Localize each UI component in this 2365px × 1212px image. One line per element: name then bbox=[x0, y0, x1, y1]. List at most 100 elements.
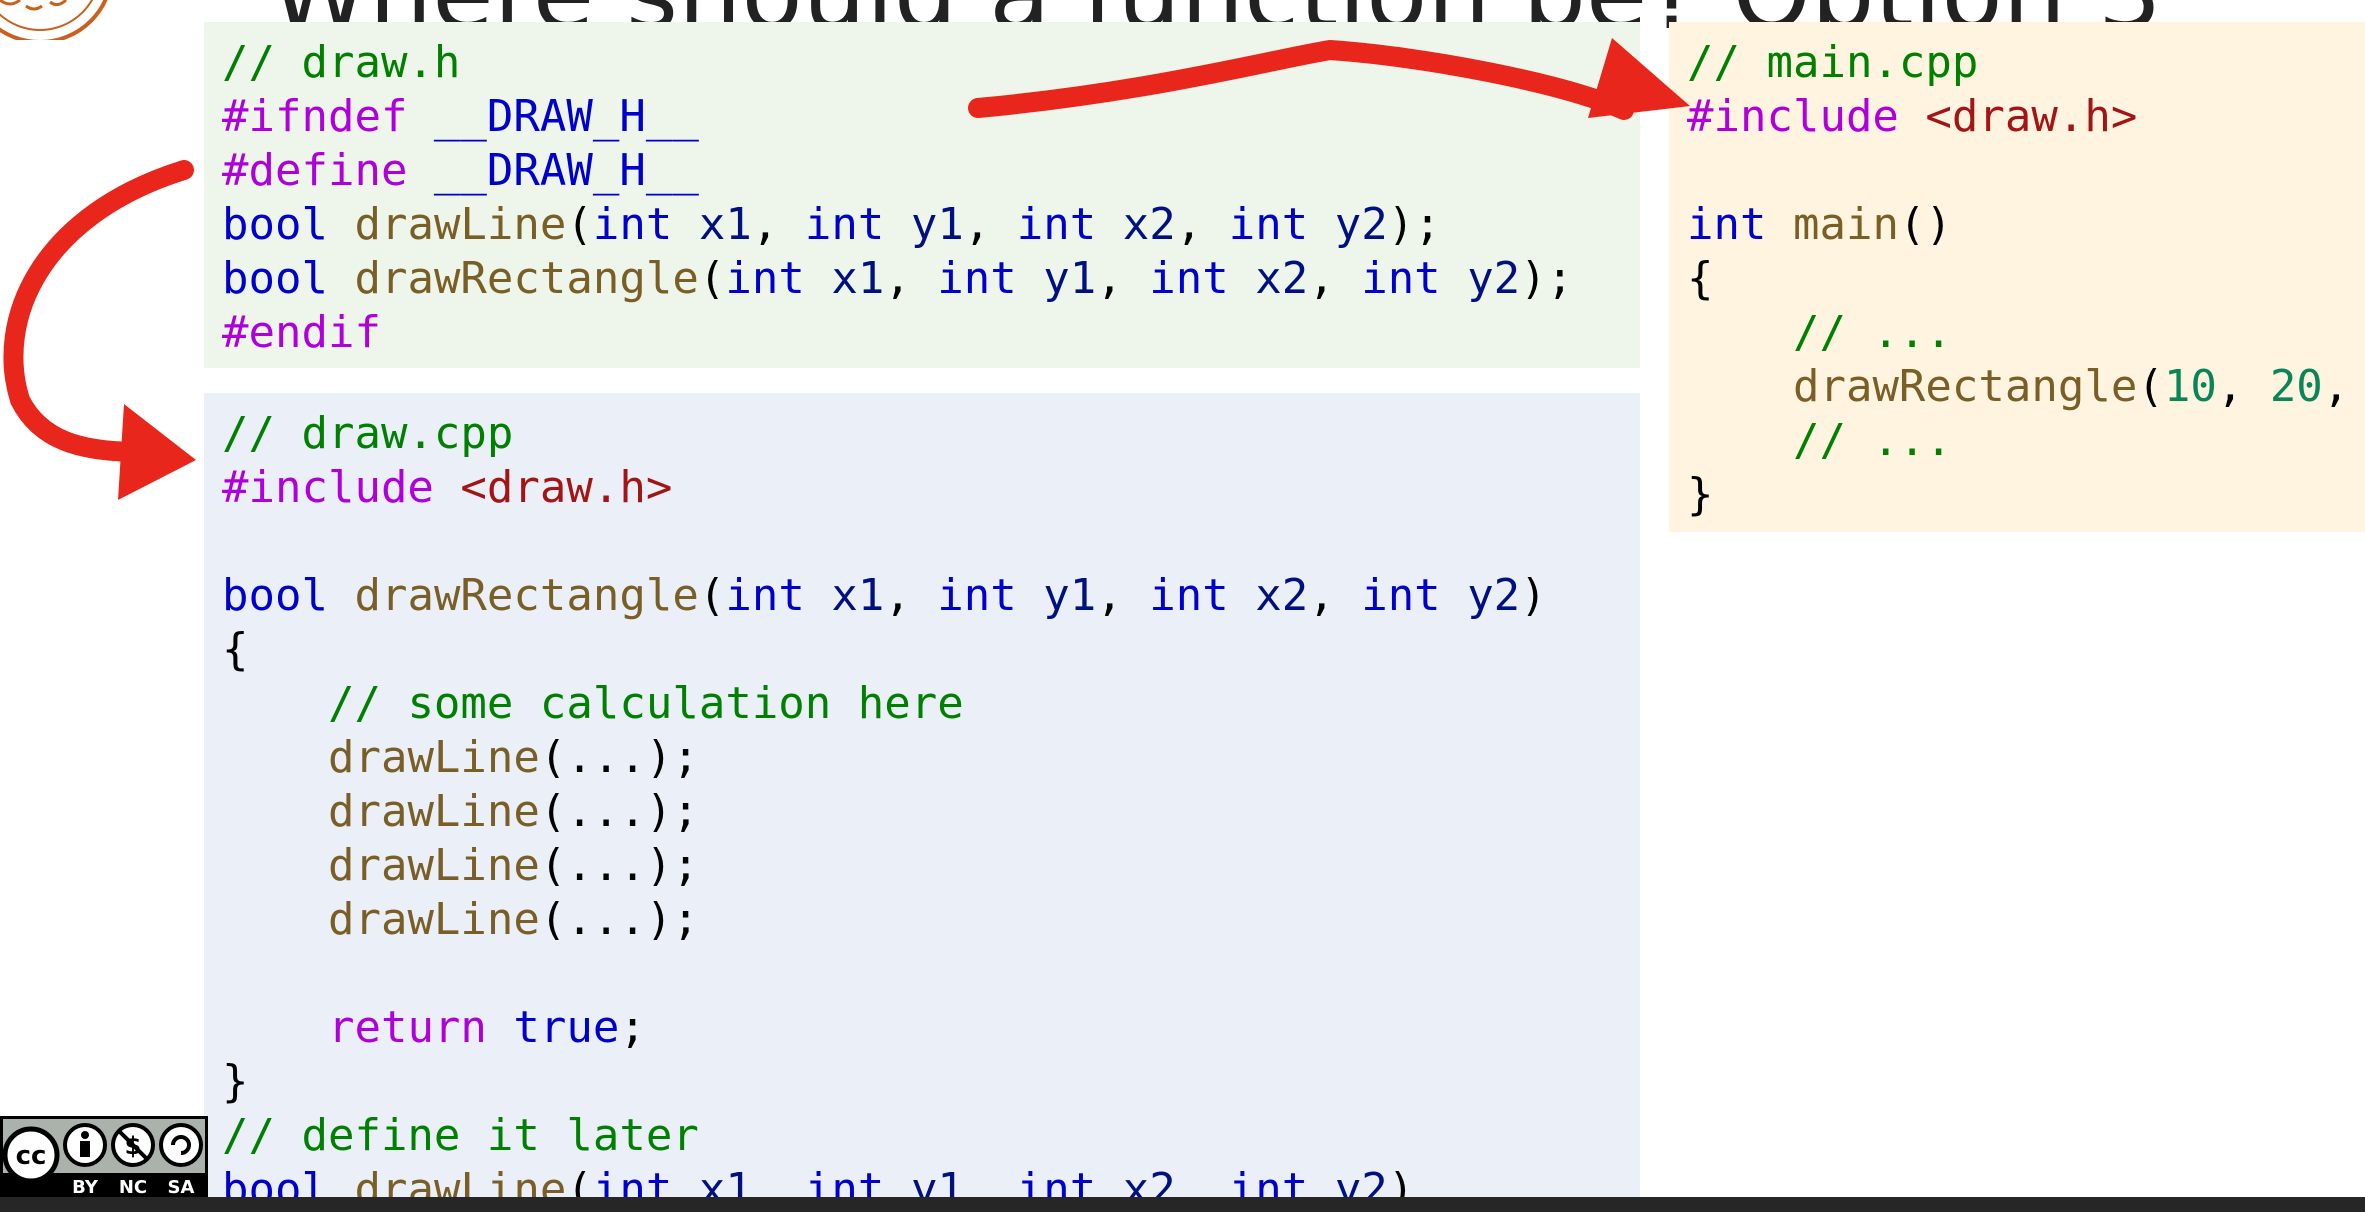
code-line: { bbox=[1687, 252, 2349, 306]
draw-cpp-code: // draw.cpp #include <draw.h> bool drawRec… bbox=[222, 407, 1547, 1212]
code-token: int bbox=[937, 570, 1017, 621]
code-token: int bbox=[1361, 570, 1441, 621]
code-token: drawLine bbox=[327, 894, 540, 945]
draw-h-code: // draw.h #ifndef __DRAW_H__ #define __DRA… bbox=[222, 36, 1573, 360]
code-token: // draw.h bbox=[222, 37, 461, 88]
code-token: (...); bbox=[539, 894, 699, 945]
code-token: x1 bbox=[831, 570, 885, 621]
code-token: int bbox=[1149, 253, 1229, 304]
code-token: (...); bbox=[539, 840, 699, 891]
code-token: <draw.h> bbox=[1925, 91, 2138, 142]
code-line: // draw.h bbox=[222, 36, 1573, 90]
code-token: __DRAW_H__ bbox=[433, 145, 699, 196]
code-line: #include <draw.h> bbox=[222, 461, 1547, 515]
code-token: #include bbox=[1687, 91, 1926, 142]
code-line: #ifndef __DRAW_H__ bbox=[222, 90, 1573, 144]
code-line: // draw.cpp bbox=[222, 407, 1547, 461]
code-token: y1 bbox=[1043, 570, 1097, 621]
code-token: y2 bbox=[1467, 253, 1521, 304]
university-logo bbox=[0, 0, 108, 40]
code-line: // main.cpp bbox=[1687, 36, 2349, 90]
cc-by-nc-sa-icon: cc $ BY NC SA bbox=[0, 1116, 208, 1200]
svg-text:cc: cc bbox=[16, 1141, 47, 1171]
code-line: drawLine(...); bbox=[222, 839, 1547, 893]
code-token: // draw.cpp bbox=[222, 408, 514, 459]
code-token: bool bbox=[222, 253, 328, 304]
code-token: int bbox=[1149, 570, 1229, 621]
code-token: , bbox=[1096, 570, 1150, 621]
code-token: ) bbox=[1520, 570, 1547, 621]
code-line: } bbox=[222, 1055, 1547, 1109]
code-token: drawRectangle bbox=[354, 570, 699, 621]
code-line: drawLine(...); bbox=[222, 893, 1547, 947]
code-line: return true; bbox=[222, 1001, 1547, 1055]
code-token: , bbox=[963, 199, 1017, 250]
code-token: main bbox=[1792, 199, 1899, 250]
code-token: , bbox=[1175, 199, 1229, 250]
code-line: int main() bbox=[1687, 198, 2349, 252]
code-line: // ... bbox=[1687, 306, 2349, 360]
code-token: ); bbox=[1387, 199, 1441, 250]
code-token: drawLine bbox=[327, 840, 540, 891]
code-token: y2 bbox=[1334, 199, 1388, 250]
code-token: int bbox=[1361, 253, 1441, 304]
code-token: bool bbox=[222, 199, 328, 250]
code-token: () bbox=[1898, 199, 1952, 250]
code-token: } bbox=[222, 1056, 249, 1107]
code-token: , bbox=[751, 199, 805, 250]
code-token: x1 bbox=[698, 199, 752, 250]
code-token: #define bbox=[222, 145, 434, 196]
code-token: // ... bbox=[1792, 307, 1952, 358]
draw-cpp-code-block: // draw.cpp #include <draw.h> bool drawRec… bbox=[204, 393, 1640, 1212]
main-cpp-code-block: // main.cpp #include <draw.h> int main(){ … bbox=[1669, 22, 2365, 532]
code-line: bool drawRectangle(int x1, int y1, int x… bbox=[222, 252, 1573, 306]
code-token: ( bbox=[698, 570, 726, 621]
cc-label-by: BY bbox=[72, 1177, 99, 1197]
code-token: #endif bbox=[222, 307, 381, 358]
code-token: int bbox=[1228, 199, 1309, 250]
code-token: (...); bbox=[539, 786, 699, 837]
code-token: 10 bbox=[2163, 361, 2217, 412]
draw-h-code-block: // draw.h #ifndef __DRAW_H__ #define __DRA… bbox=[204, 22, 1640, 368]
code-token: , bbox=[884, 570, 938, 621]
code-token: int bbox=[1687, 199, 1767, 250]
code-token: int bbox=[937, 253, 1017, 304]
cc-label-nc: NC bbox=[119, 1177, 147, 1197]
bottom-bar bbox=[0, 1197, 2365, 1212]
code-line: bool drawRectangle(int x1, int y1, int x… bbox=[222, 569, 1547, 623]
code-token: , bbox=[1308, 570, 1362, 621]
code-line: #define __DRAW_H__ bbox=[222, 144, 1573, 198]
code-token: ; bbox=[619, 1002, 646, 1053]
code-token: x1 bbox=[831, 253, 885, 304]
code-line: // ... bbox=[1687, 414, 2349, 468]
code-line: #include <draw.h> bbox=[1687, 90, 2349, 144]
code-token: drawLine bbox=[327, 732, 540, 783]
code-token: int bbox=[804, 199, 885, 250]
code-token: x2 bbox=[1122, 199, 1176, 250]
code-token: drawRectangle bbox=[354, 253, 699, 304]
code-token: true bbox=[513, 1002, 620, 1053]
code-token: bool bbox=[222, 570, 328, 621]
code-token: , bbox=[1096, 253, 1150, 304]
code-token: // ... bbox=[1792, 415, 1952, 466]
code-line: drawLine(...); bbox=[222, 731, 1547, 785]
